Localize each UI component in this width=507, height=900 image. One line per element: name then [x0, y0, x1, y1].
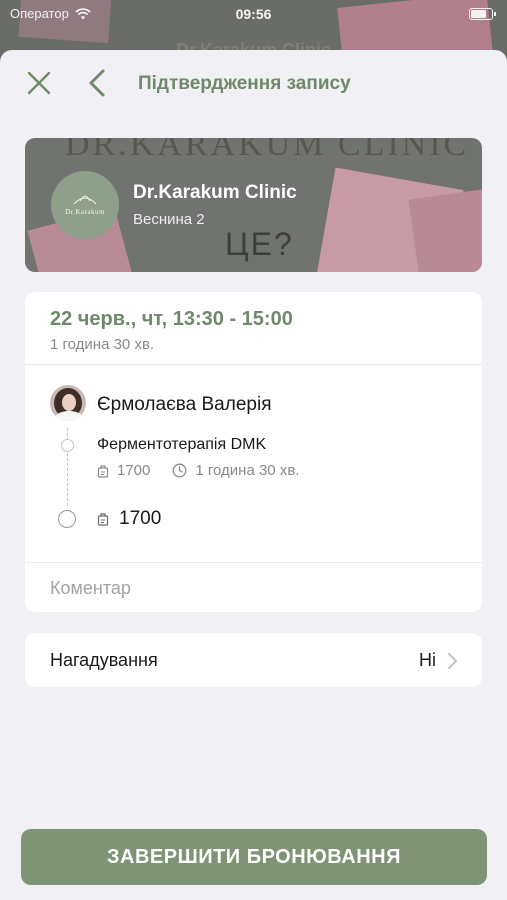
comment-input[interactable]: Коментар — [50, 578, 131, 599]
clinic-name: Dr.Karakum Clinic — [133, 182, 297, 203]
clinic-photo: DR.KARAKUM CLINIC — [65, 138, 470, 163]
avatar — [50, 385, 86, 421]
booking-duration: 1 година 30 хв. — [50, 336, 155, 353]
booking-total: 1700 — [97, 508, 161, 530]
chevron-right-icon — [448, 653, 457, 669]
back-chevron-icon[interactable] — [86, 68, 108, 98]
clinic-card: DR.KARAKUM CLINIC ЦЕ? Dr.Karakum Dr.Kara… — [25, 138, 482, 272]
price-icon — [97, 513, 109, 526]
clock: 09:56 — [235, 6, 272, 22]
leaf-icon — [73, 195, 97, 205]
total-price: 1700 — [119, 508, 162, 529]
clinic-address: Веснина 2 — [133, 211, 205, 228]
booking-confirmation-sheet: Підтвердження запису DR.KARAKUM CLINIC Ц… — [0, 50, 507, 900]
complete-booking-button[interactable]: ЗАВЕРШИТИ БРОНЮВАННЯ — [21, 829, 487, 885]
clock-icon — [172, 463, 187, 478]
battery-icon — [469, 8, 496, 20]
timeline-dot — [61, 439, 74, 452]
staff-name: Єрмолаєва Валерія — [97, 394, 272, 415]
booking-details-card: 22 черв., чт, 13:30 - 15:00 1 година 30 … — [25, 292, 482, 612]
service-name: Ферментотерапія DMK — [97, 436, 267, 453]
service-duration: 1 година 30 хв. — [195, 462, 300, 479]
booking-datetime: 22 черв., чт, 13:30 - 15:00 — [50, 308, 293, 330]
page-title: Підтвердження запису — [138, 73, 351, 94]
price-icon — [97, 464, 109, 478]
clinic-logo: Dr.Karakum — [51, 171, 119, 239]
status-bar: Оператор 09:56 — [0, 0, 507, 28]
reminder-value: Ні — [419, 650, 436, 670]
service-meta: 1700 1 година 30 хв. — [97, 462, 299, 479]
reminder-label: Нагадування — [50, 650, 158, 670]
nav-bar: Підтвердження запису — [0, 50, 507, 118]
reminder-row[interactable]: Нагадування Ні — [25, 633, 482, 687]
divider — [25, 364, 482, 365]
timeline-end-dot — [58, 510, 76, 528]
clinic-logo-text: Dr.Karakum — [65, 208, 105, 216]
service-price: 1700 — [117, 462, 151, 479]
divider — [25, 562, 482, 563]
close-icon[interactable] — [26, 70, 52, 96]
